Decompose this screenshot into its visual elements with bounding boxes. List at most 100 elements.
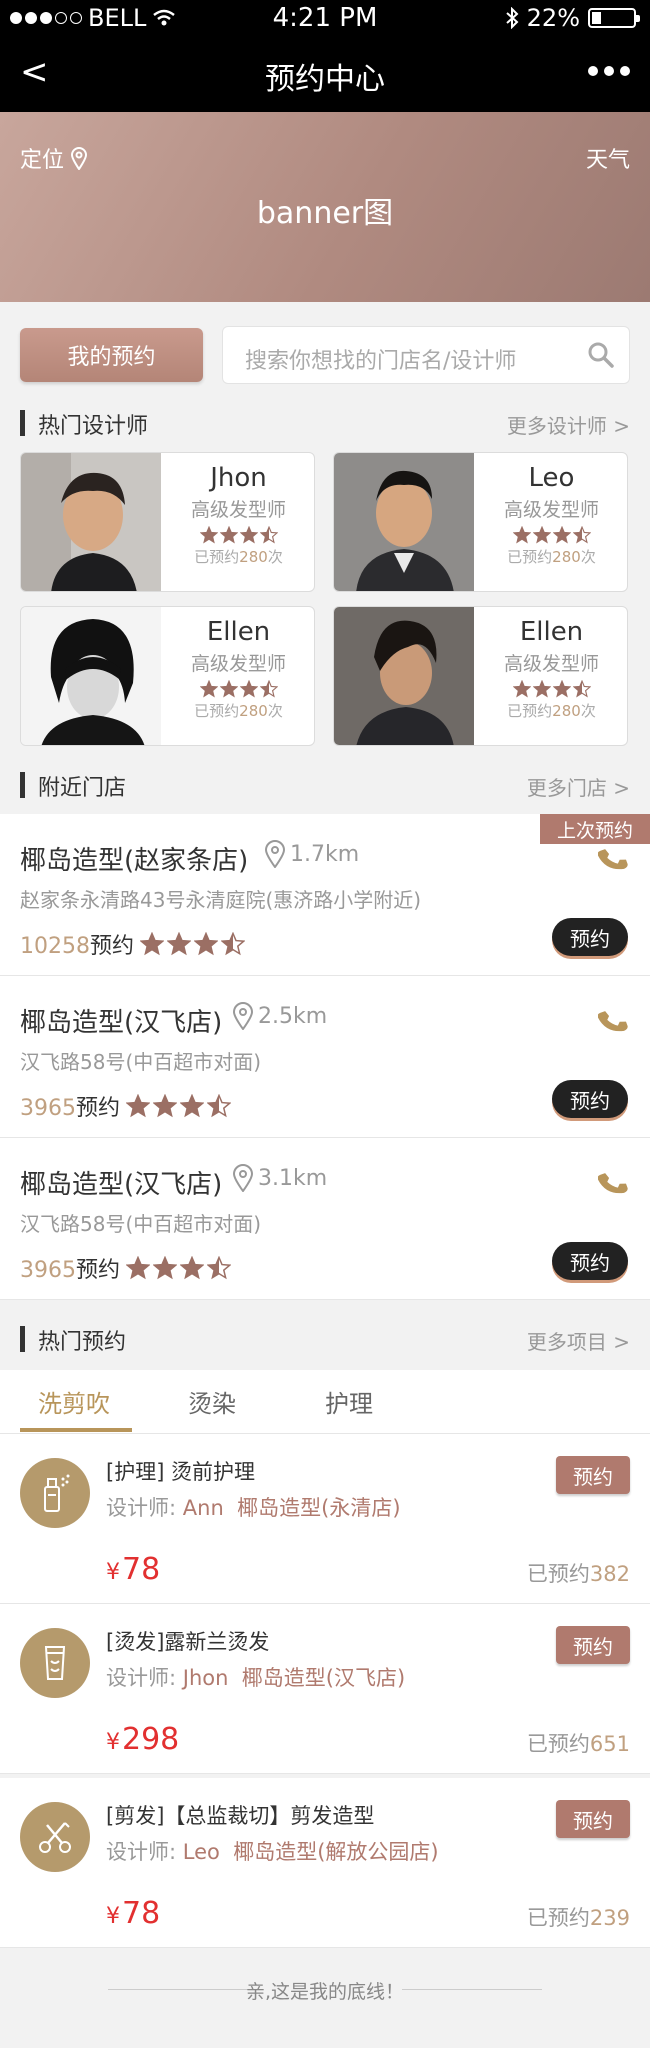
tab-perm-dye[interactable]: 烫染: [188, 1384, 236, 1419]
store-book-button[interactable]: 预约: [552, 1080, 628, 1118]
tab-wash-cut-blow[interactable]: 洗剪吹: [38, 1384, 110, 1419]
active-tab-indicator: [20, 1428, 132, 1432]
designer-label: 设计师:: [106, 1666, 177, 1690]
service-title: [护理] 烫前护理: [106, 1460, 256, 1484]
star-full-icon: [199, 526, 218, 544]
star-half-icon: [207, 1094, 232, 1118]
designers-section-title: 热门设计师: [38, 414, 149, 439]
distance-value: 2.5km: [258, 1003, 328, 1029]
service-book-button[interactable]: 预约: [556, 1626, 630, 1664]
store-book-button[interactable]: 预约: [552, 1242, 628, 1280]
category-tabs: 洗剪吹 烫染 护理: [0, 1370, 650, 1434]
designer-name[interactable]: Leo: [183, 1840, 220, 1864]
location-pin-icon: [232, 1164, 254, 1192]
store-name: 椰岛造型(汉飞店): [20, 1008, 223, 1038]
booking-count-label: 预约: [76, 1258, 121, 1283]
service-book-button[interactable]: 预约: [556, 1456, 630, 1494]
booked-label: 已预约: [526, 1732, 590, 1756]
status-bar: BELL 4:21 PM 22%: [0, 0, 650, 36]
weather-label[interactable]: 天气: [586, 142, 630, 174]
more-stores-link[interactable]: 更多门店 >: [527, 772, 630, 801]
more-menu-icon[interactable]: [588, 66, 630, 76]
hot-section-header: 热门预约 更多项目 >: [0, 1312, 650, 1368]
store-booking-count: 3965预约: [20, 1252, 232, 1284]
booking-count-number: 280: [239, 548, 268, 566]
more-designers-link[interactable]: 更多设计师 >: [507, 410, 630, 439]
star-full-icon: [180, 1256, 205, 1280]
designer-label: 设计师:: [106, 1496, 177, 1520]
star-half-icon: [572, 526, 591, 544]
star-full-icon: [239, 526, 258, 544]
search-input[interactable]: 搜索你想找的门店名/设计师: [222, 326, 630, 384]
booking-count-number: 10258: [20, 934, 90, 959]
tab-care[interactable]: 护理: [325, 1384, 373, 1419]
designer-label: 设计师:: [106, 1840, 177, 1864]
more-items-link[interactable]: 更多项目 >: [527, 1326, 630, 1355]
store-item[interactable]: 椰岛造型(汉飞店) 3.1km 汉飞路58号(中百超市对面) 3965预约 预约: [0, 1138, 650, 1300]
phone-icon[interactable]: [598, 844, 628, 874]
search-icon[interactable]: [587, 341, 615, 369]
end-of-list-footer: 亲,这是我的底线！: [0, 1955, 650, 2025]
designer-name[interactable]: Jhon: [183, 1666, 229, 1690]
star-half-icon: [259, 680, 278, 698]
service-book-button[interactable]: 预约: [556, 1800, 630, 1838]
designer-photo: [334, 607, 474, 745]
store-name[interactable]: 椰岛造型(永清店): [237, 1496, 400, 1520]
store-name[interactable]: 椰岛造型(汉飞店): [242, 1666, 405, 1690]
star-rating: [126, 1256, 232, 1280]
service-designer: 设计师: Ann 椰岛造型(永清店): [106, 1492, 401, 1522]
designer-name[interactable]: Ann: [183, 1496, 224, 1520]
currency-symbol: ¥: [106, 1730, 120, 1755]
star-full-icon: [219, 680, 238, 698]
my-booking-button[interactable]: 我的预约: [20, 328, 203, 382]
service-price: ¥298: [106, 1722, 179, 1757]
service-designer: 设计师: Jhon 椰岛造型(汉飞店): [106, 1662, 405, 1692]
store-distance: 2.5km: [232, 1002, 327, 1030]
phone-icon[interactable]: [598, 1006, 628, 1036]
location-button[interactable]: 定位: [20, 142, 88, 174]
last-booked-tag: 上次预约: [540, 814, 650, 844]
star-full-icon: [140, 932, 165, 956]
location-pin-icon: [264, 840, 286, 868]
service-item[interactable]: [剪发]【总监裁切】剪发造型 设计师: Leo 椰岛造型(解放公园店) ¥78 …: [0, 1778, 650, 1948]
booking-count-number: 3965: [20, 1096, 76, 1121]
designer-card[interactable]: Leo 高级发型师 已预约280次: [333, 452, 628, 592]
designer-card[interactable]: Ellen 高级发型师 已预约280次: [20, 606, 315, 746]
designer-card[interactable]: Jhon 高级发型师 已预约280次: [20, 452, 315, 592]
designer-name: Leo: [528, 463, 575, 493]
store-name[interactable]: 椰岛造型(解放公园店): [233, 1840, 438, 1864]
booking-count-prefix: 已预约: [507, 548, 553, 566]
star-full-icon: [512, 526, 531, 544]
designer-role: 高级发型师: [190, 653, 286, 675]
booked-number: 651: [589, 1732, 630, 1756]
star-full-icon: [153, 1256, 178, 1280]
service-item[interactable]: [烫发]露新兰烫发 设计师: Jhon 椰岛造型(汉飞店) ¥298 已预约65…: [0, 1604, 650, 1774]
star-full-icon: [180, 1094, 205, 1118]
bluetooth-icon: [505, 7, 519, 29]
page-title: 预约中心: [265, 62, 385, 97]
price-value: 298: [122, 1722, 180, 1757]
service-price: ¥78: [106, 1896, 160, 1931]
stores-section-header: 附近门店 更多门店 >: [0, 758, 650, 814]
star-half-icon: [221, 932, 246, 956]
banner[interactable]: 定位 天气 banner图: [0, 112, 650, 302]
designer-role: 高级发型师: [503, 499, 599, 521]
star-full-icon: [552, 680, 571, 698]
phone-icon[interactable]: [598, 1168, 628, 1198]
store-name: 椰岛造型(赵家条店): [20, 846, 249, 876]
designer-card[interactable]: Ellen 高级发型师 已预约280次: [333, 606, 628, 746]
store-book-button[interactable]: 预约: [552, 918, 628, 956]
distance-value: 1.7km: [290, 841, 360, 867]
store-item[interactable]: 上次预约 椰岛造型(赵家条店) 1.7km 赵家条永清路43号永清庭院(惠济路小…: [0, 814, 650, 976]
star-full-icon: [552, 526, 571, 544]
service-item[interactable]: [护理] 烫前护理 设计师: Ann 椰岛造型(永清店) ¥78 已预约382 …: [0, 1434, 650, 1604]
booking-count-label: 预约: [90, 934, 135, 959]
star-full-icon: [512, 680, 531, 698]
star-full-icon: [532, 680, 551, 698]
service-price: ¥78: [106, 1552, 160, 1587]
store-booking-count: 10258预约: [20, 928, 246, 960]
store-address: 汉飞路58号(中百超市对面): [20, 1050, 262, 1074]
store-address: 赵家条永清路43号永清庭院(惠济路小学附近): [20, 888, 422, 912]
designer-role: 高级发型师: [503, 653, 599, 675]
store-item[interactable]: 椰岛造型(汉飞店) 2.5km 汉飞路58号(中百超市对面) 3965预约 预约: [0, 976, 650, 1138]
